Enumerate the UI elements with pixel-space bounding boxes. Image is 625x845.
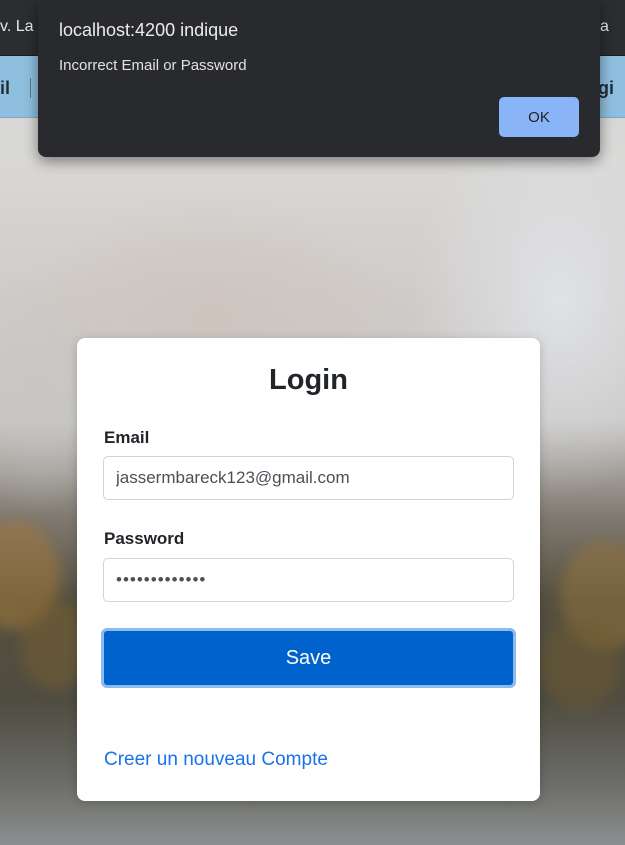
login-title: Login [269, 364, 348, 396]
password-field[interactable] [103, 558, 514, 602]
bokeh-light [540, 620, 620, 710]
alert-message: Incorrect Email or Password [59, 57, 247, 74]
create-account-link[interactable]: Creer un nouveau Compte [104, 749, 328, 771]
email-label: Email [104, 428, 150, 447]
browser-bar-text-right: a [600, 18, 609, 35]
save-button[interactable]: Save [101, 628, 516, 688]
alert-title: localhost:4200 indique [59, 20, 239, 40]
login-card: Login Email Password Save Creer un nouve… [77, 338, 540, 801]
alert-ok-button[interactable]: OK [499, 97, 579, 137]
email-field[interactable] [103, 456, 514, 500]
password-label: Password [104, 529, 185, 548]
nav-item-left[interactable]: il [0, 78, 10, 99]
alert-dialog: localhost:4200 indique Incorrect Email o… [38, 0, 600, 157]
nav-divider [30, 78, 31, 98]
